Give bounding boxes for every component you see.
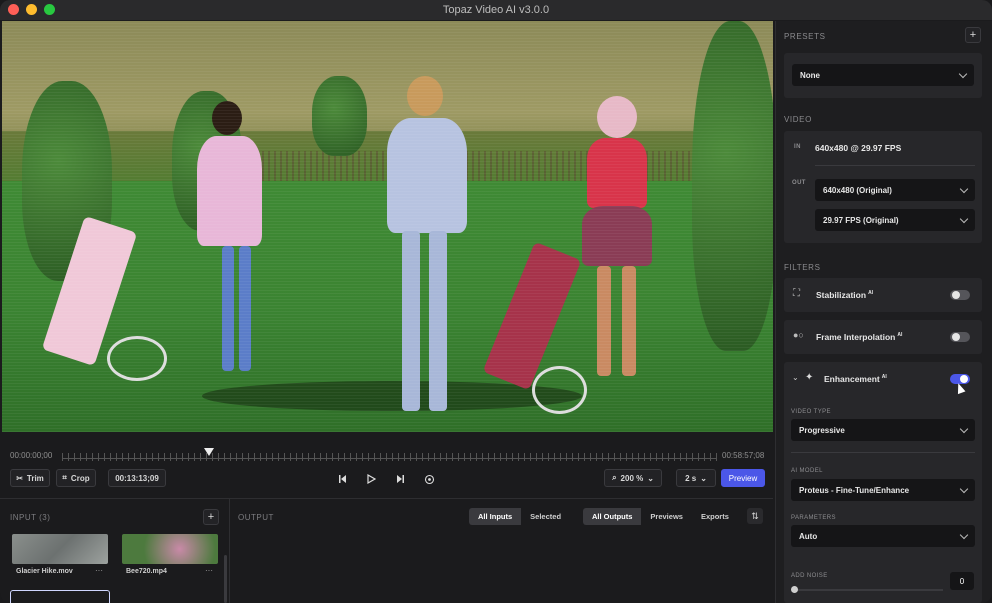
tree (312, 76, 367, 156)
window-controls (8, 4, 55, 15)
tree (692, 21, 773, 351)
speed-select[interactable]: 2 s ⌄ (676, 469, 716, 487)
input-file-name: Bee720.mp4 (126, 568, 167, 575)
step-forward-icon[interactable] (391, 470, 409, 488)
frame-interpolation-icon: ●○ (793, 330, 804, 340)
input-label: INPUT (3) (10, 513, 51, 522)
chevron-down-icon (959, 530, 969, 540)
timecode-field[interactable]: 00:13:13;09 (108, 469, 166, 487)
filter-frame-interpolation[interactable]: ●○ Frame Interpolation AI (784, 320, 982, 354)
video-type-select[interactable]: Progressive (791, 419, 975, 441)
input-thumbnail[interactable] (12, 534, 108, 564)
tab-all-outputs[interactable]: All Outputs (583, 508, 642, 525)
preview-button[interactable]: Preview (721, 469, 765, 487)
output-filter-tabs: All Outputs Previews Exports (583, 508, 738, 525)
frame-interpolation-toggle[interactable] (950, 332, 970, 342)
loop-icon[interactable] (420, 470, 438, 488)
timeline-end: 00:58:57;08 (722, 451, 765, 460)
preset-select[interactable]: None (792, 64, 974, 86)
playhead-marker[interactable] (204, 448, 214, 456)
scrollbar[interactable] (224, 555, 227, 603)
tab-previews[interactable]: Previews (641, 508, 692, 525)
chevron-down-icon: ⌄ (647, 473, 654, 483)
chevron-down-icon (959, 214, 969, 224)
tab-exports[interactable]: Exports (692, 508, 738, 525)
window-title: Topaz Video AI v3.0.0 (442, 4, 550, 16)
in-tag: IN (794, 144, 801, 150)
video-type-label: VIDEO TYPE (791, 409, 831, 415)
filters-heading: FILTERS (784, 263, 821, 272)
parameters-label: PARAMETERS (791, 515, 836, 521)
add-noise-slider-handle[interactable] (791, 586, 798, 593)
ai-model-label: AI MODEL (791, 468, 823, 474)
input-file-name: Glacier Hike.mov (16, 568, 73, 575)
timeline[interactable]: 00:00:00;00 00:58:57;08 (2, 440, 773, 468)
plus-icon: + (207, 511, 215, 523)
minimize-window-button[interactable] (26, 4, 37, 15)
more-options-icon[interactable]: ··· (205, 566, 213, 575)
video-preview[interactable] (2, 21, 773, 432)
sort-button[interactable]: ⇅ (747, 508, 763, 524)
zoom-select[interactable]: ⌕ 200 % ⌄ (604, 469, 662, 487)
settings-panel: PRESETS + None VIDEO IN 640x480 @ 29.97 … (775, 21, 992, 603)
plus-icon: + (969, 29, 977, 41)
zoom-icon: ⌕ (612, 473, 617, 482)
more-options-icon[interactable]: ··· (95, 566, 103, 575)
crop-button[interactable]: ⌗ Crop (56, 469, 96, 487)
sparkle-icon: ✦ (805, 372, 814, 383)
stabilization-toggle[interactable] (950, 290, 970, 300)
chevron-down-icon (959, 484, 969, 494)
play-icon[interactable] (362, 470, 380, 488)
presets-heading: PRESETS (784, 32, 826, 41)
add-preset-button[interactable]: + (965, 27, 981, 43)
chevron-down-icon (959, 424, 969, 434)
input-thumbnail-selected[interactable] (10, 590, 110, 603)
out-tag: OUT (792, 180, 806, 186)
playback-controls: ✂ Trim ⌗ Crop 00:13:13;09 ⌕ 200 % ⌄ 2 s … (0, 469, 773, 491)
scissors-icon: ✂ (16, 473, 23, 483)
parameters-select[interactable]: Auto (791, 525, 975, 547)
stabilization-icon: ⛶ (793, 288, 800, 299)
tab-all-inputs[interactable]: All Inputs (469, 508, 522, 525)
tab-selected[interactable]: Selected (521, 508, 570, 525)
app-window: Topaz Video AI v3.0.0 00:00:00;00 00:58:… (0, 0, 992, 603)
filter-enhancement: ⌄ ✦ Enhancement AI VIDEO TYPE Progressive… (784, 362, 982, 603)
timeline-start: 00:00:00;00 (10, 451, 53, 460)
add-noise-label: ADD NOISE (791, 573, 828, 579)
output-resolution-select[interactable]: 640x480 (Original) (815, 179, 975, 201)
chevron-down-icon[interactable]: ⌄ (792, 373, 799, 382)
chevron-down-icon: ⌄ (700, 473, 707, 483)
crop-icon: ⌗ (62, 473, 67, 482)
video-heading: VIDEO (784, 115, 812, 124)
output-label: OUTPUT (238, 513, 274, 522)
close-window-button[interactable] (8, 4, 19, 15)
input-thumbnail[interactable] (122, 534, 218, 564)
input-filter-tabs: All Inputs Selected (469, 508, 570, 525)
chevron-down-icon (959, 184, 969, 194)
step-back-icon[interactable] (334, 470, 352, 488)
trim-button[interactable]: ✂ Trim (10, 469, 50, 487)
timeline-track[interactable] (62, 458, 717, 459)
video-settings-card: IN 640x480 @ 29.97 FPS OUT 640x480 (Orig… (784, 131, 982, 243)
sort-icon: ⇅ (751, 510, 759, 521)
filter-stabilization[interactable]: ⛶ Stabilization AI (784, 278, 982, 312)
maximize-window-button[interactable] (44, 4, 55, 15)
input-format: 640x480 @ 29.97 FPS (815, 143, 902, 153)
output-fps-select[interactable]: 29.97 FPS (Original) (815, 209, 975, 231)
title-bar: Topaz Video AI v3.0.0 (0, 0, 992, 20)
chevron-down-icon (958, 69, 968, 79)
ai-model-select[interactable]: Proteus - Fine-Tune/Enhance (791, 479, 975, 501)
add-noise-slider[interactable] (793, 589, 943, 591)
add-input-button[interactable]: + (203, 509, 219, 525)
add-noise-value[interactable]: 0 (950, 572, 974, 590)
